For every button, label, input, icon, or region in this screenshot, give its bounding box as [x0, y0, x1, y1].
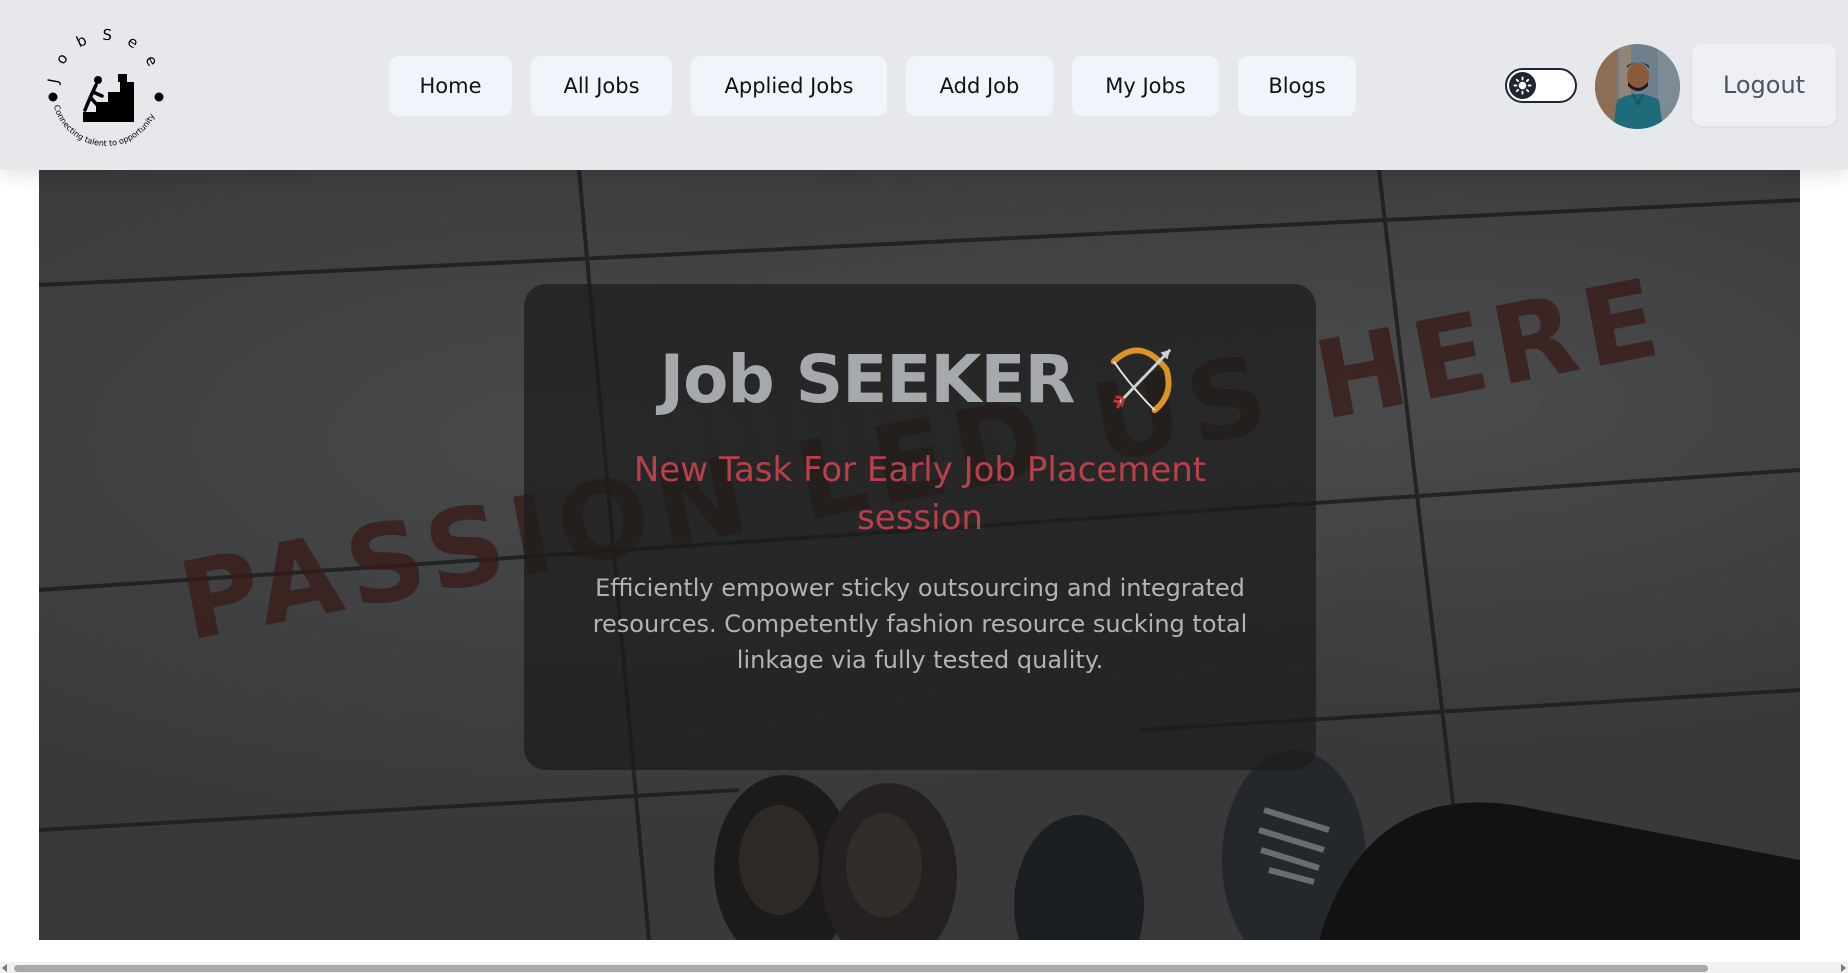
scroll-right-arrow-icon[interactable] [1841, 964, 1846, 972]
svg-text:J o b S e e k e r: J o b S e e k e r [38, 22, 167, 86]
logout-button[interactable]: Logout [1692, 44, 1836, 126]
hero-title: Job SEEKER [659, 340, 1076, 418]
job-seeker-logo[interactable]: J o b S e e k e r Connecting talent to o… [31, 8, 174, 152]
horizontal-scrollbar[interactable] [0, 962, 1848, 973]
hero-title-row: Job SEEKER [524, 334, 1316, 424]
nav-applied-jobs-button[interactable]: Applied Jobs [691, 56, 887, 116]
theme-toggle[interactable] [1505, 68, 1577, 103]
user-avatar[interactable] [1595, 44, 1680, 129]
nav-blogs-button[interactable]: Blogs [1238, 56, 1356, 116]
nav-my-jobs-button[interactable]: My Jobs [1072, 56, 1219, 116]
hero-banner: PASSION LED US HERE Job SEEKER [39, 170, 1800, 940]
hero-subtitle: New Task For Early Job Placement session [633, 450, 1207, 538]
main-nav: Home All Jobs Applied Jobs Add Job My Jo… [389, 56, 1356, 116]
nav-add-job-button[interactable]: Add Job [906, 56, 1053, 116]
hero-description: Efficiently empower sticky outsourcing a… [592, 574, 1248, 674]
nav-home-button[interactable]: Home [389, 56, 512, 116]
navbar: J o b S e e k e r Connecting talent to o… [0, 0, 1848, 170]
sun-icon [1509, 72, 1536, 99]
hero-card: Job SEEKER New Task For Early Job Placem… [524, 284, 1316, 770]
scrollbar-thumb[interactable] [14, 965, 1708, 972]
scroll-left-arrow-icon[interactable] [2, 964, 7, 972]
nav-all-jobs-button[interactable]: All Jobs [531, 56, 672, 116]
bow-and-arrow-icon [1111, 347, 1172, 414]
